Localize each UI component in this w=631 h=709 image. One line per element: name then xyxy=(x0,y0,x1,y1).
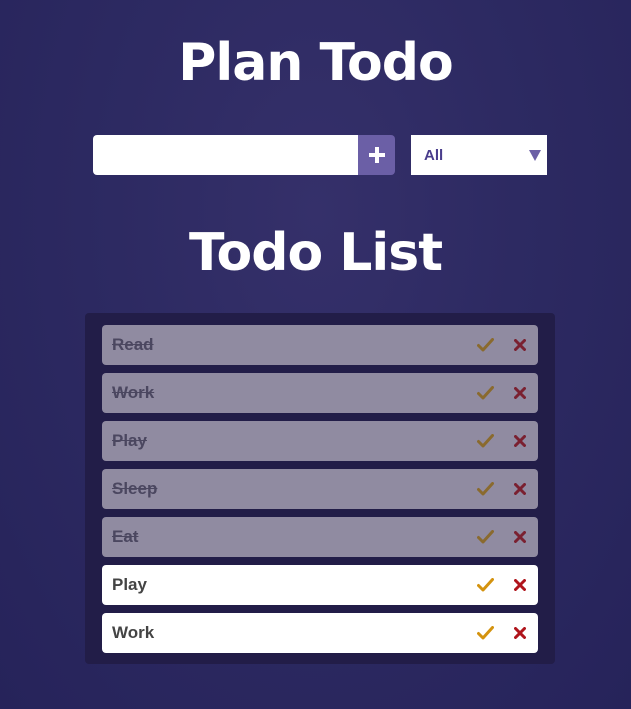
todo-list-title: Todo List xyxy=(188,223,443,283)
filter-select[interactable]: All xyxy=(411,135,547,175)
todo-item: Play xyxy=(102,565,538,605)
todo-item-text: Read xyxy=(112,335,154,354)
add-button[interactable] xyxy=(358,135,395,175)
todo-item: Work xyxy=(102,613,538,653)
x-icon xyxy=(514,627,526,639)
complete-button[interactable] xyxy=(472,373,498,413)
delete-button[interactable] xyxy=(507,421,533,461)
todo-item-text: Play xyxy=(112,431,147,450)
x-icon xyxy=(514,387,526,399)
todo-item-text: Sleep xyxy=(112,479,158,498)
x-icon xyxy=(514,531,526,543)
todo-item-text: Work xyxy=(112,623,155,642)
todo-item-text: Play xyxy=(112,575,147,594)
check-icon xyxy=(476,530,494,544)
delete-button[interactable] xyxy=(507,325,533,365)
todo-item: Read xyxy=(102,325,538,365)
todo-item: Play xyxy=(102,421,538,461)
delete-button[interactable] xyxy=(507,517,533,557)
complete-button[interactable] xyxy=(472,421,498,461)
todo-item-text: Work xyxy=(112,383,155,402)
app-title: Plan Todo xyxy=(178,33,453,93)
x-icon xyxy=(514,483,526,495)
complete-button[interactable] xyxy=(472,469,498,509)
delete-button[interactable] xyxy=(507,469,533,509)
check-icon xyxy=(476,578,494,592)
filter-selected-value: All xyxy=(424,146,444,164)
check-icon xyxy=(476,338,494,352)
todo-list: Read Work Play Sleep Eat Play Work xyxy=(85,313,555,664)
complete-button[interactable] xyxy=(472,517,498,557)
check-icon xyxy=(476,386,494,400)
add-todo-form xyxy=(93,135,395,175)
plus-icon xyxy=(368,147,385,163)
triangle-down-icon xyxy=(525,135,545,175)
delete-button[interactable] xyxy=(507,373,533,413)
check-icon xyxy=(476,482,494,496)
delete-button[interactable] xyxy=(507,613,533,653)
complete-button[interactable] xyxy=(472,565,498,605)
x-icon xyxy=(514,435,526,447)
delete-button[interactable] xyxy=(507,565,533,605)
todo-item-text: Eat xyxy=(112,527,139,546)
check-icon xyxy=(476,434,494,448)
todo-input[interactable] xyxy=(93,135,358,175)
complete-button[interactable] xyxy=(472,325,498,365)
todo-item: Sleep xyxy=(102,469,538,509)
complete-button[interactable] xyxy=(472,613,498,653)
x-icon xyxy=(514,339,526,351)
todo-item: Eat xyxy=(102,517,538,557)
check-icon xyxy=(476,626,494,640)
x-icon xyxy=(514,579,526,591)
todo-item: Work xyxy=(102,373,538,413)
